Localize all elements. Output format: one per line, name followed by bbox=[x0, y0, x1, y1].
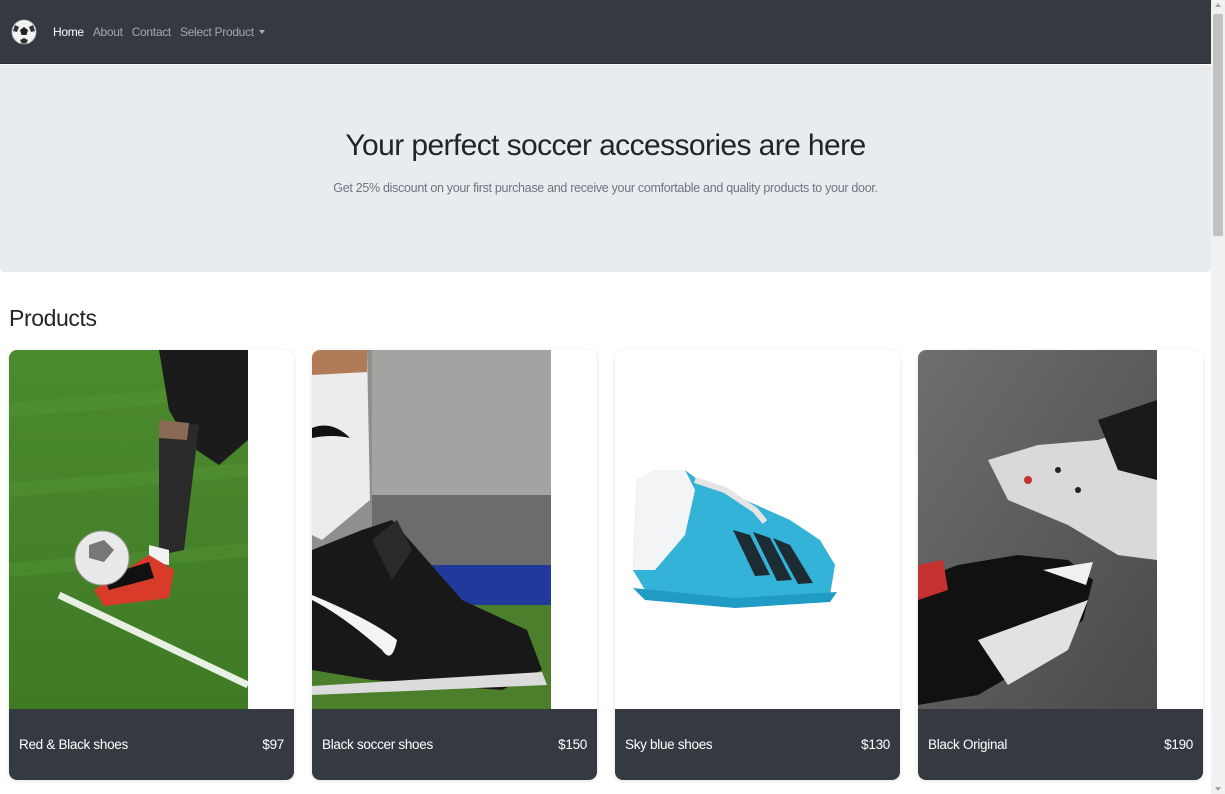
product-card[interactable]: Sky blue shoes $130 bbox=[615, 350, 900, 780]
product-price: $130 bbox=[861, 737, 890, 752]
scrollbar[interactable] bbox=[1211, 0, 1225, 794]
scroll-down-arrow-icon[interactable] bbox=[1215, 787, 1221, 791]
product-card-footer: Red & Black shoes $97 bbox=[9, 709, 294, 780]
navbar: Home About Contact Select Product bbox=[0, 0, 1211, 64]
product-card-footer: Black Original $190 bbox=[918, 709, 1203, 780]
hero-subtitle: Get 25% discount on your first purchase … bbox=[333, 181, 878, 195]
soccer-ball-logo[interactable] bbox=[11, 13, 37, 51]
product-price: $190 bbox=[1164, 737, 1193, 752]
scroll-up-arrow-icon[interactable] bbox=[1215, 3, 1221, 7]
product-image-black-soccer-shoes[interactable] bbox=[312, 350, 551, 709]
caret-down-icon bbox=[258, 29, 265, 34]
nav-link-contact[interactable]: Contact bbox=[132, 25, 172, 39]
product-image-black-original[interactable] bbox=[918, 350, 1157, 709]
product-name: Black soccer shoes bbox=[322, 737, 433, 752]
scroll-thumb[interactable] bbox=[1213, 14, 1223, 236]
product-image-sky-blue-shoes[interactable] bbox=[615, 350, 900, 709]
product-card[interactable]: Black Original $190 bbox=[918, 350, 1203, 780]
product-name: Sky blue shoes bbox=[625, 737, 713, 752]
product-name: Red & Black shoes bbox=[19, 737, 128, 752]
product-card[interactable]: Black soccer shoes $150 bbox=[312, 350, 597, 780]
product-card-footer: Sky blue shoes $130 bbox=[615, 709, 900, 780]
hero-title: Your perfect soccer accessories are here bbox=[345, 129, 866, 162]
product-card[interactable]: Red & Black shoes $97 bbox=[9, 350, 294, 780]
product-price: $150 bbox=[558, 737, 587, 752]
select-product-label: Select Product bbox=[179, 24, 254, 39]
product-price: $97 bbox=[262, 737, 284, 752]
products-heading: Products bbox=[9, 305, 97, 331]
product-card-footer: Black soccer shoes $150 bbox=[312, 709, 597, 780]
nav-link-about[interactable]: About bbox=[93, 25, 123, 39]
product-image-red-black-shoes[interactable] bbox=[9, 350, 248, 709]
product-name: Black Original bbox=[928, 737, 1008, 752]
nav-link-home[interactable]: Home bbox=[53, 25, 84, 39]
hero-jumbotron: Your perfect soccer accessories are here… bbox=[0, 65, 1211, 272]
select-product-dropdown[interactable]: Select Product bbox=[180, 25, 265, 39]
